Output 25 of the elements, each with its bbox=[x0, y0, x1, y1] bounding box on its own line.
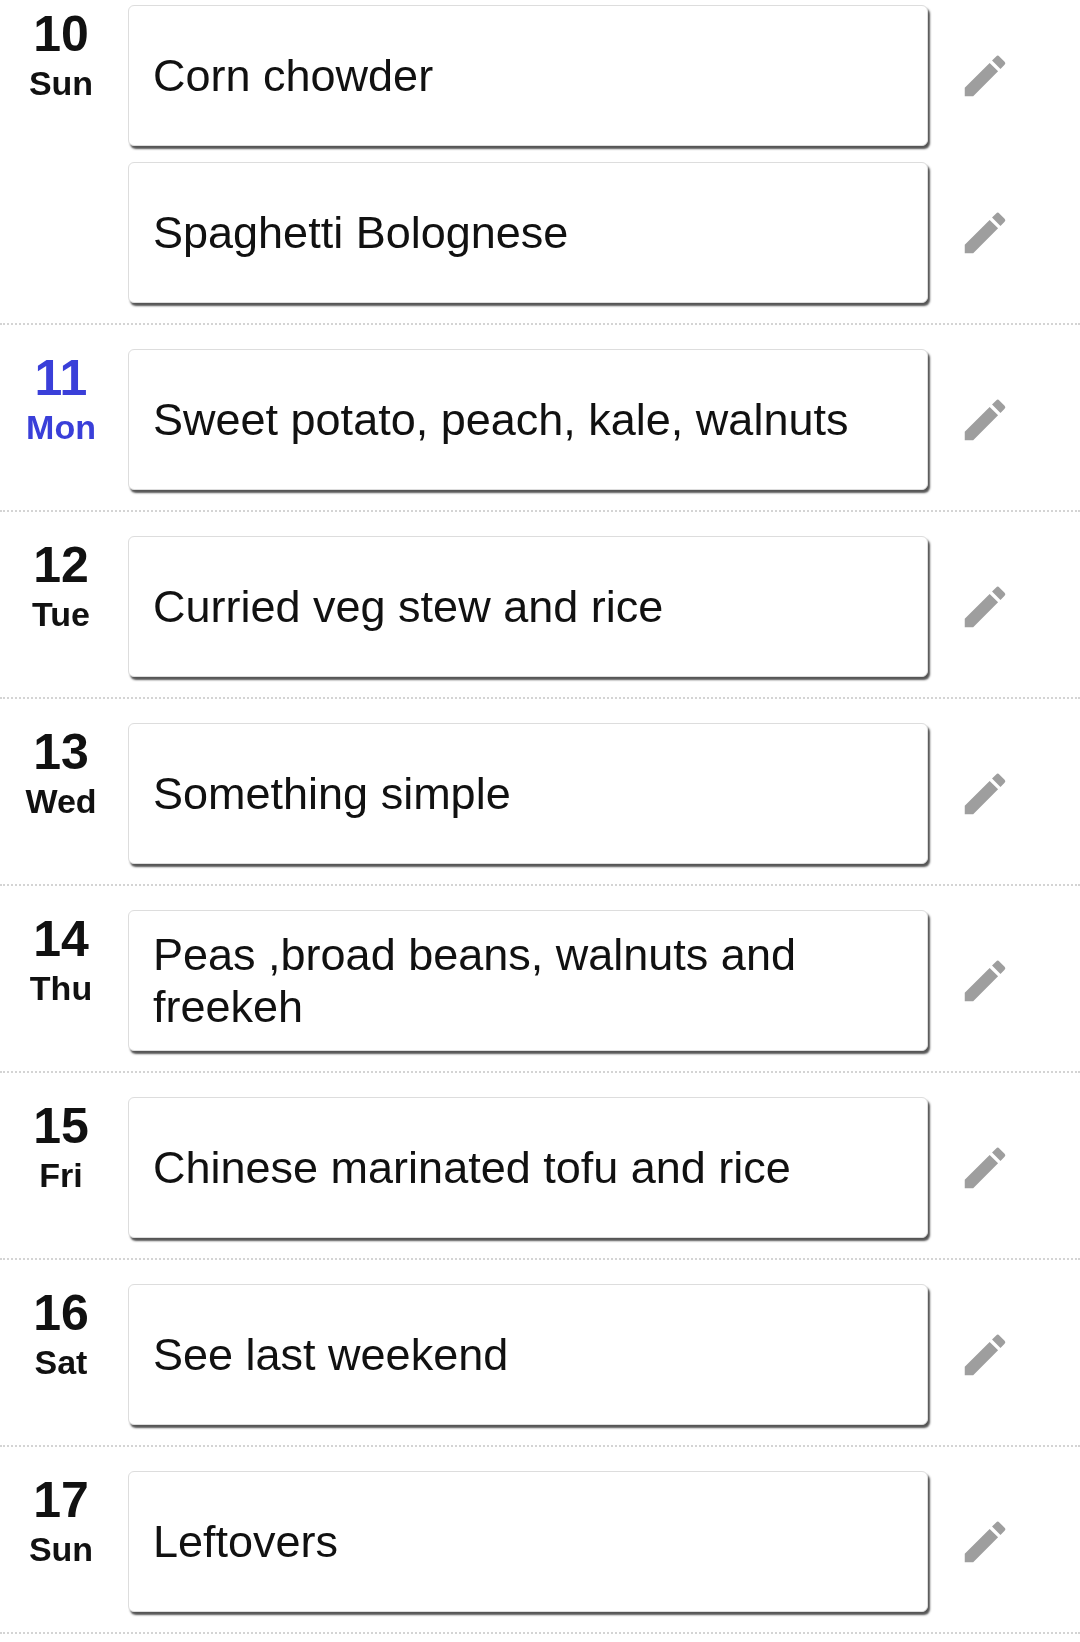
day-number: 14 bbox=[33, 912, 89, 966]
meal-card[interactable]: Chinese marinated tofu and rice bbox=[128, 1097, 928, 1238]
weekday-label: Tue bbox=[32, 594, 90, 635]
weekday-label: Sat bbox=[34, 1342, 88, 1383]
day-number: 10 bbox=[33, 7, 89, 61]
day-number: 13 bbox=[33, 725, 89, 779]
meal-card[interactable]: See last weekend bbox=[128, 1284, 928, 1425]
meal-card[interactable]: Leftovers bbox=[128, 1471, 928, 1612]
weekday-label: Thu bbox=[29, 968, 93, 1009]
weekday-label: Mon bbox=[26, 407, 96, 448]
day-number: 12 bbox=[33, 538, 89, 592]
meal-card[interactable]: Sweet potato, peach, kale, walnuts bbox=[128, 349, 928, 490]
day-number: 15 bbox=[33, 1099, 89, 1153]
meal-card[interactable]: Curried veg stew and rice bbox=[128, 536, 928, 677]
meal-card[interactable]: Peas ,broad beans, walnuts and freekeh bbox=[128, 910, 928, 1051]
weekday-label: Sun bbox=[28, 1529, 94, 1570]
day-number: 17 bbox=[33, 1473, 89, 1527]
day-number: 11 bbox=[34, 351, 88, 405]
meal-card[interactable]: Spaghetti Bolognese bbox=[128, 162, 928, 303]
day-number: 16 bbox=[33, 1286, 89, 1340]
weekday-label: Fri bbox=[39, 1155, 83, 1196]
weekday-label: Wed bbox=[25, 781, 97, 822]
weekday-label: Sun bbox=[28, 63, 94, 104]
meal-card[interactable]: Something simple bbox=[128, 723, 928, 864]
meal-card[interactable]: Corn chowder bbox=[128, 5, 928, 146]
